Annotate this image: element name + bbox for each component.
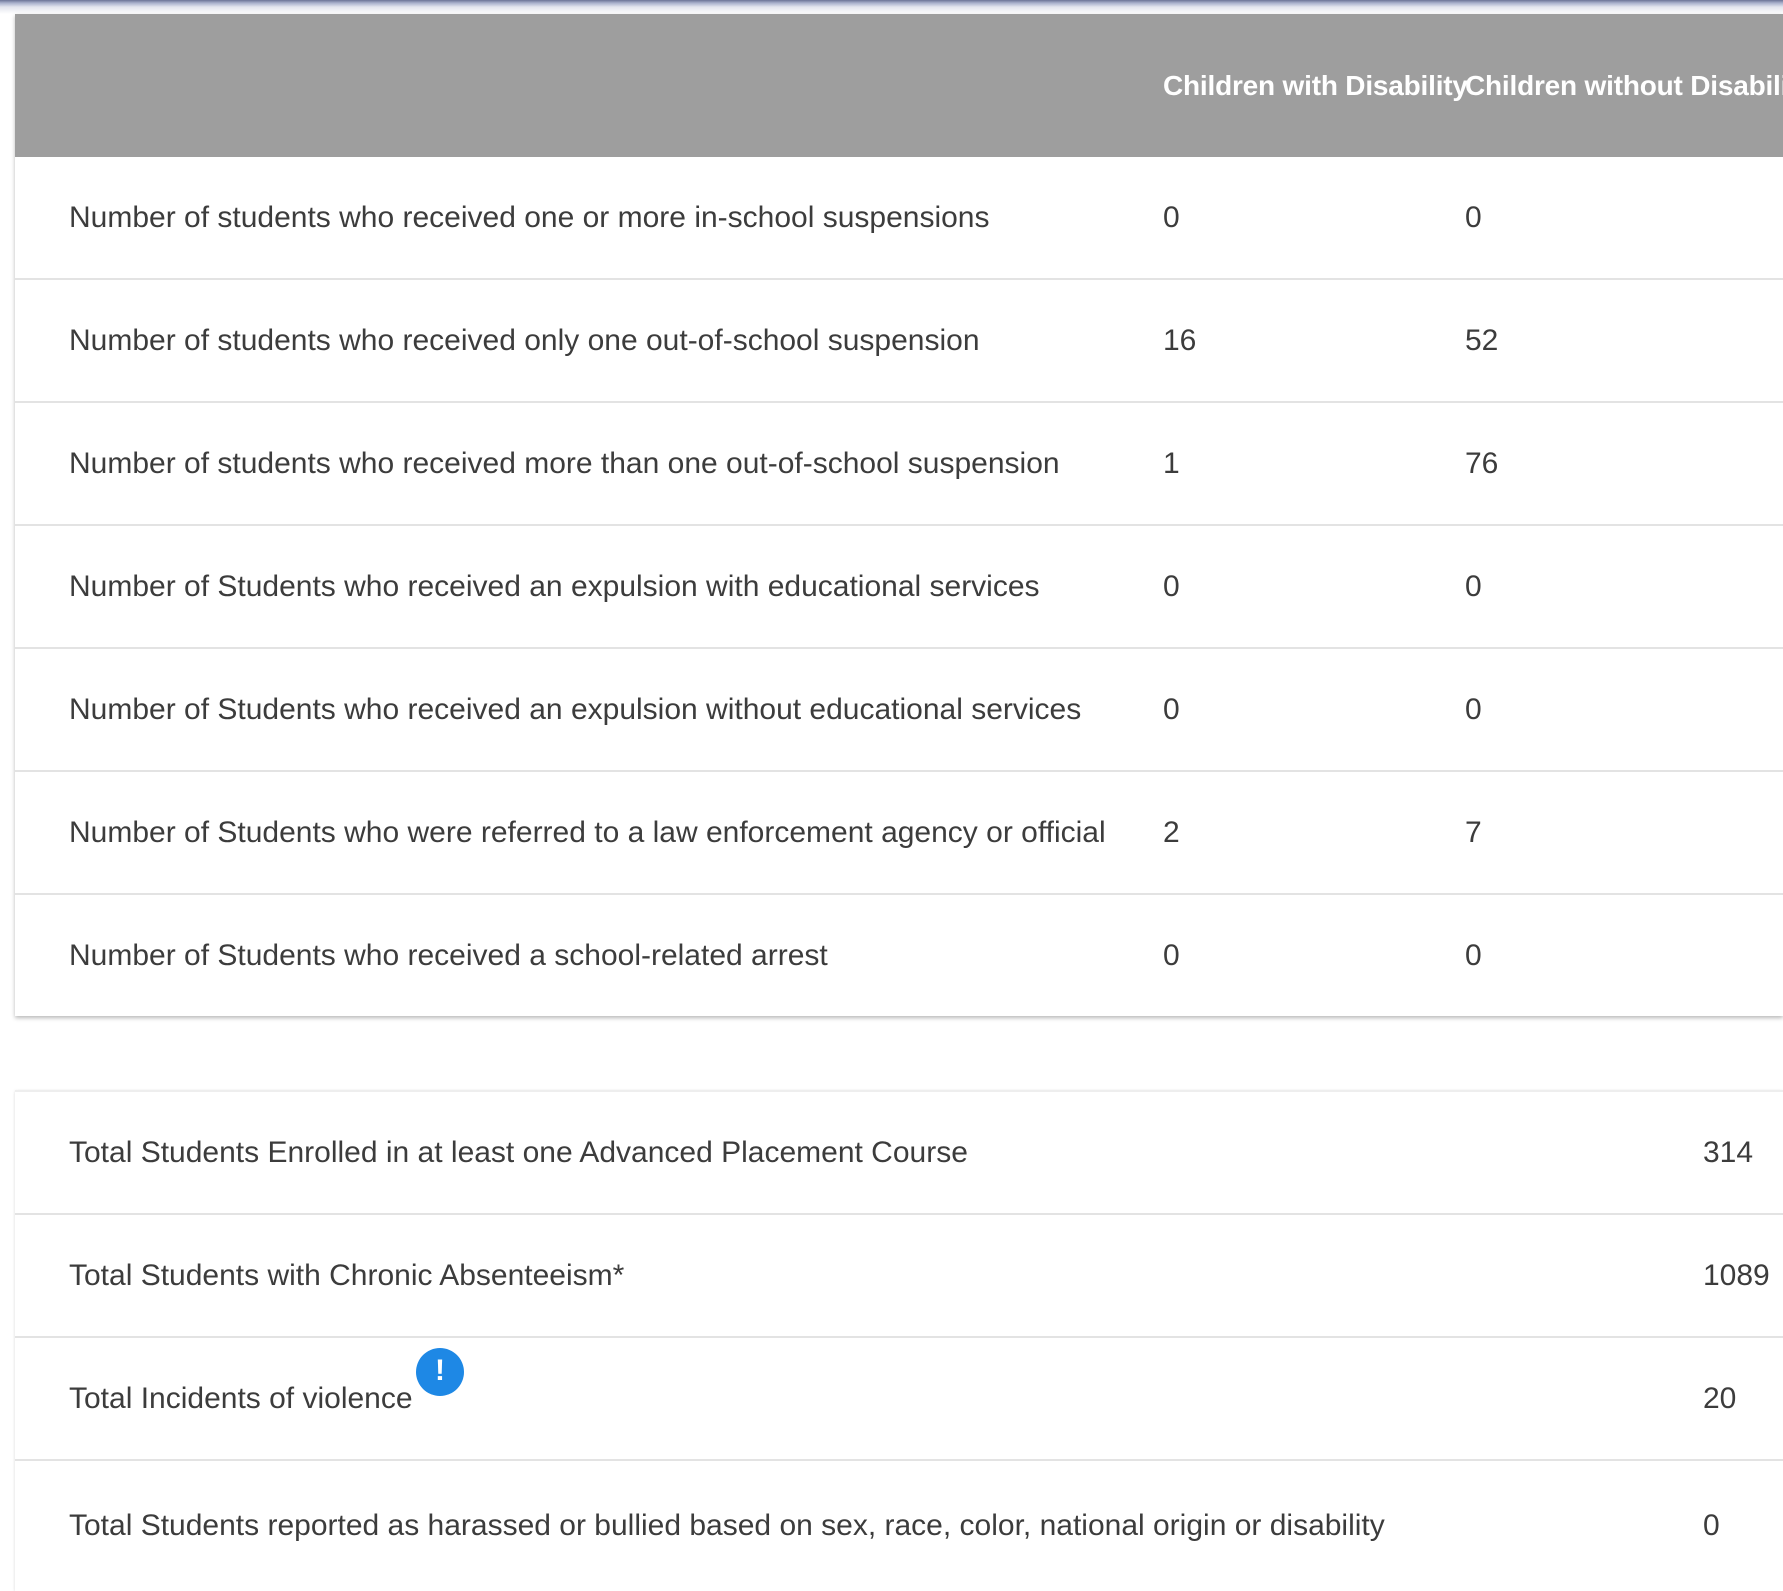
table-row: Number of students who received more tha… <box>15 403 1783 526</box>
total-value: 20 <box>1703 1381 1737 1415</box>
row-label: Number of students who received one or m… <box>69 200 990 234</box>
discipline-table: Children with Disability Children withou… <box>15 14 1783 1016</box>
total-label: Total Students Enrolled in at least one … <box>69 1135 968 1169</box>
cell-without-disability: 0 <box>1465 569 1482 603</box>
cell-without-disability: 52 <box>1465 323 1499 357</box>
cell-without-disability: 0 <box>1465 200 1482 234</box>
cell-with-disability: 2 <box>1163 815 1180 849</box>
cell-with-disability: 0 <box>1163 200 1180 234</box>
row-label: Number of students who received more tha… <box>69 446 1060 480</box>
total-value: 1089 <box>1703 1258 1770 1292</box>
table-row: Number of students who received only one… <box>15 280 1783 403</box>
window-top-edge <box>0 0 1783 14</box>
total-label: Total Students with Chronic Absenteeism* <box>69 1258 625 1292</box>
row-label: Number of students who received only one… <box>69 323 980 357</box>
total-label: Total Incidents of violence <box>69 1381 413 1415</box>
column-header-with-disability: Children with Disability <box>1163 70 1468 101</box>
total-row-chronic-absenteeism: Total Students with Chronic Absenteeism*… <box>15 1215 1783 1338</box>
info-icon[interactable]: ! <box>416 1348 464 1396</box>
total-row-incidents-of-violence: Total Incidents of violence ! 20 <box>15 1338 1783 1461</box>
total-label: Total Students reported as harassed or b… <box>69 1509 1385 1542</box>
row-label: Number of Students who received an expul… <box>69 692 1082 726</box>
cell-without-disability: 0 <box>1465 938 1482 972</box>
row-label: Number of Students who received a school… <box>69 938 828 972</box>
table-row: Number of Students who were referred to … <box>15 772 1783 895</box>
totals-table: Total Students Enrolled in at least one … <box>15 1090 1783 1591</box>
cell-with-disability: 0 <box>1163 938 1180 972</box>
cell-with-disability: 1 <box>1163 446 1180 480</box>
total-value: 0 <box>1703 1509 1720 1542</box>
cell-with-disability: 16 <box>1163 323 1197 357</box>
table-row: Number of Students who received an expul… <box>15 526 1783 649</box>
row-label: Number of Students who were referred to … <box>69 815 1106 849</box>
row-label: Number of Students who received an expul… <box>69 569 1040 603</box>
table-row: Number of students who received one or m… <box>15 157 1783 280</box>
total-row-advanced-placement: Total Students Enrolled in at least one … <box>15 1092 1783 1215</box>
total-value: 314 <box>1703 1135 1754 1169</box>
table-row: Number of Students who received a school… <box>15 895 1783 1016</box>
cell-with-disability: 0 <box>1163 692 1180 726</box>
cell-with-disability: 0 <box>1163 569 1180 603</box>
table-header: Children with Disability Children withou… <box>15 14 1783 157</box>
cell-without-disability: 7 <box>1465 815 1482 849</box>
total-row-harassed-or-bullied: Total Students reported as harassed or b… <box>15 1461 1783 1591</box>
cell-without-disability: 0 <box>1465 692 1482 726</box>
table-row: Number of Students who received an expul… <box>15 649 1783 772</box>
column-header-without-disability: Children without Disability <box>1465 70 1783 101</box>
cell-without-disability: 76 <box>1465 446 1499 480</box>
